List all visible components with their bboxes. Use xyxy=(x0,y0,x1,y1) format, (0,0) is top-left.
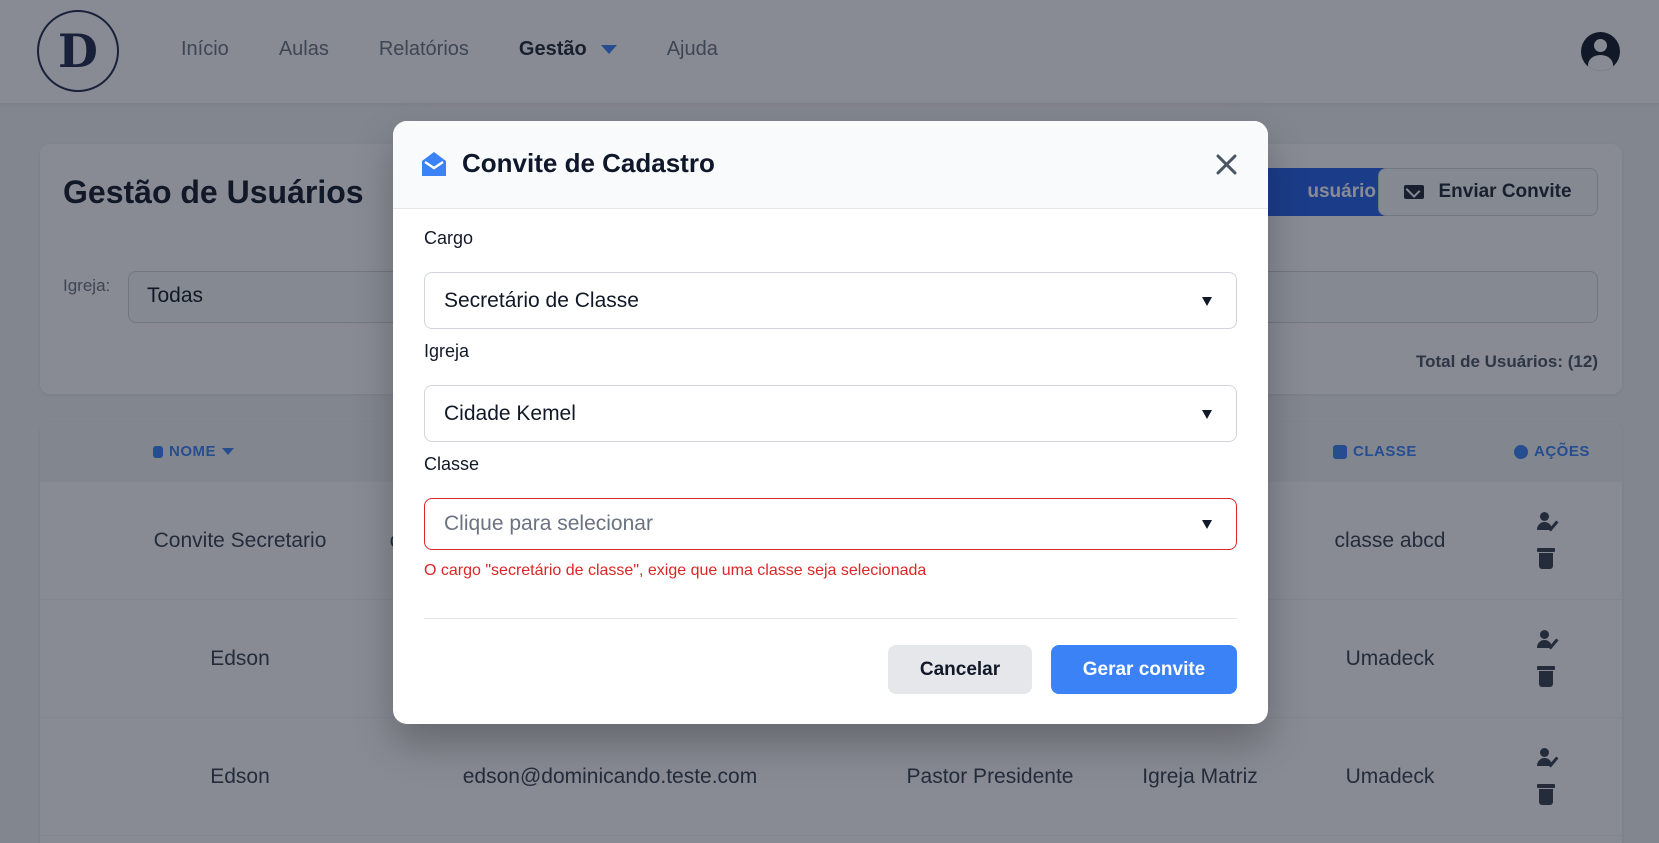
modal-header: Convite de Cadastro xyxy=(393,121,1268,209)
envelope-open-icon xyxy=(422,152,446,176)
invite-modal: Convite de Cadastro Cargo Secretário de … xyxy=(393,121,1268,724)
close-icon[interactable] xyxy=(1215,153,1237,175)
classe-placeholder: Clique para selecionar xyxy=(444,512,653,535)
dropdown-arrow-icon xyxy=(1202,520,1212,529)
cargo-select[interactable]: Secretário de Classe xyxy=(424,272,1237,329)
igreja-select[interactable]: Cidade Kemel xyxy=(424,385,1237,442)
classe-error-message: O cargo "secretário de classe", exige qu… xyxy=(424,562,927,579)
dropdown-arrow-icon xyxy=(1202,409,1212,419)
cancel-button[interactable]: Cancelar xyxy=(888,645,1032,694)
dropdown-arrow-icon xyxy=(1202,296,1212,306)
igreja-value: Cidade Kemel xyxy=(444,401,576,425)
igreja-label: Igreja xyxy=(424,341,470,361)
cargo-label: Cargo xyxy=(424,228,474,248)
modal-title: Convite de Cadastro xyxy=(462,148,715,178)
modal-divider xyxy=(424,618,1237,619)
generate-invite-button[interactable]: Gerar convite xyxy=(1051,645,1237,694)
classe-label: Classe xyxy=(424,454,480,474)
cargo-value: Secretário de Classe xyxy=(444,288,639,312)
classe-select[interactable]: Clique para selecionar xyxy=(424,498,1237,550)
